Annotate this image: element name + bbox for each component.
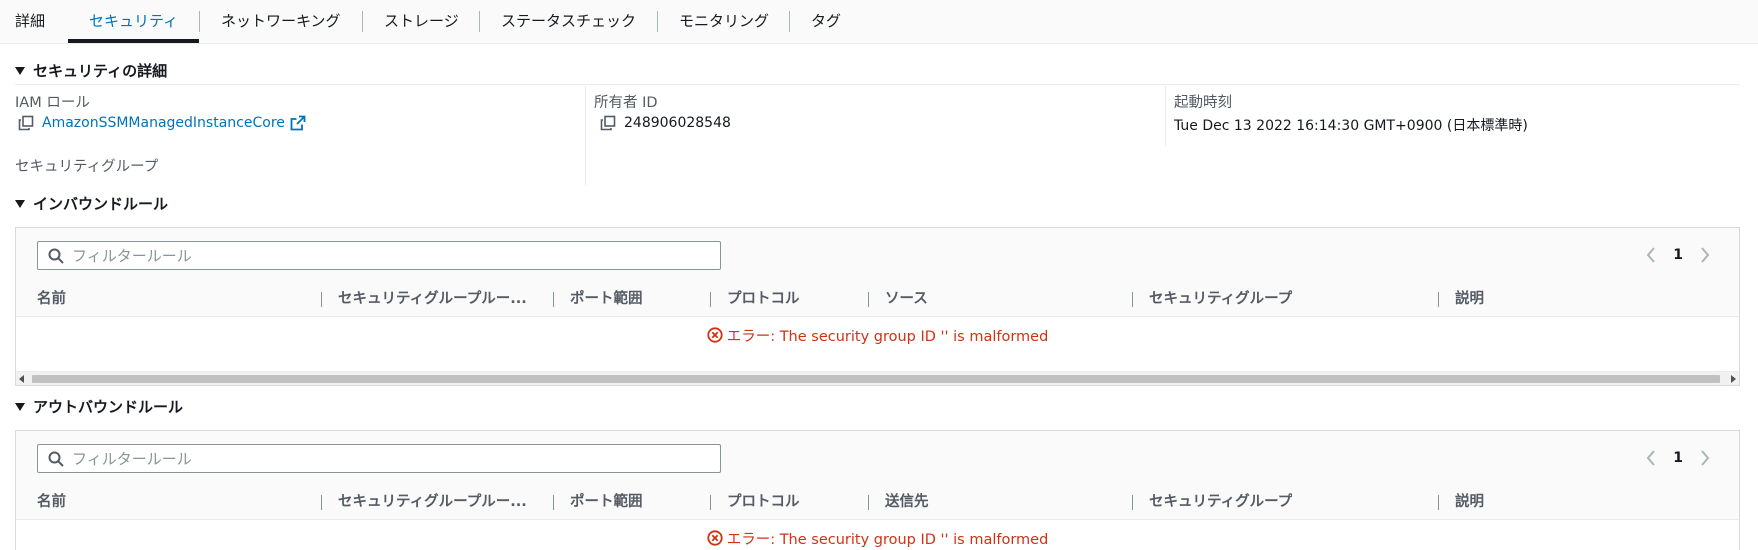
copy-icon[interactable]: [18, 115, 34, 131]
col-resizer[interactable]: [868, 495, 869, 510]
launch-time-value: Tue Dec 13 2022 16:14:30 GMT+0900 (日本標準時…: [1174, 118, 1528, 134]
col-resizer[interactable]: [1438, 292, 1439, 307]
table-toolbar: 1: [16, 228, 1739, 283]
tab-tags[interactable]: タグ: [811, 0, 841, 42]
table-header: 名前 セキュリティグループルー... ポート範囲 プロトコル 送信先 セキュリテ…: [16, 485, 1739, 520]
col-source[interactable]: ソース: [885, 282, 928, 316]
iam-role-label: IAM ロール: [15, 95, 90, 111]
col-protocol[interactable]: プロトコル: [727, 485, 800, 519]
divider: [15, 84, 1740, 85]
col-rule-id[interactable]: セキュリティグループルー...: [338, 485, 543, 519]
col-resizer[interactable]: [710, 292, 711, 307]
tab-networking[interactable]: ネットワーキング: [221, 0, 341, 42]
search-icon: [48, 451, 64, 467]
owner-id-text: 248906028548: [624, 115, 731, 131]
caret-down-icon: [15, 402, 25, 411]
col-resizer[interactable]: [710, 495, 711, 510]
col-description[interactable]: 説明: [1455, 485, 1484, 519]
col-resizer[interactable]: [1132, 495, 1133, 510]
security-groups-label: セキュリティグループ: [15, 159, 159, 175]
error-text: エラー: The security group ID '' is malform…: [726, 531, 1049, 548]
col-resizer[interactable]: [553, 292, 554, 307]
owner-id-value: 248906028548: [600, 115, 731, 131]
outbound-filter[interactable]: [37, 444, 721, 473]
page-number[interactable]: 1: [1673, 450, 1683, 466]
tab-divider: [479, 11, 480, 32]
col-resizer[interactable]: [868, 292, 869, 307]
security-details-title: セキュリティの詳細: [33, 62, 168, 80]
col-port-range[interactable]: ポート範囲: [570, 485, 643, 519]
tab-divider: [362, 11, 363, 32]
horizontal-scrollbar[interactable]: [16, 371, 1739, 385]
pagination: 1: [1645, 449, 1711, 467]
col-name[interactable]: 名前: [37, 282, 66, 316]
col-destination[interactable]: 送信先: [885, 485, 929, 519]
iam-role-value: AmazonSSMManagedInstanceCore: [18, 115, 306, 131]
security-details-toggle[interactable]: セキュリティの詳細: [15, 60, 167, 81]
col-security-group[interactable]: セキュリティグループ: [1149, 485, 1292, 519]
outbound-rules-toggle[interactable]: アウトバウンドルール: [15, 396, 183, 417]
pagination: 1: [1645, 246, 1711, 264]
error-message: エラー: The security group ID '' is malform…: [16, 316, 1739, 354]
col-resizer[interactable]: [321, 495, 322, 510]
scroll-left-arrow[interactable]: [19, 375, 24, 383]
inbound-rules-table: 1 名前 セキュリティグループルー... ポート範囲 プロトコル ソース セキュ…: [15, 227, 1740, 386]
col-security-group[interactable]: セキュリティグループ: [1149, 282, 1292, 316]
inbound-filter[interactable]: [37, 241, 721, 270]
column-divider: [1165, 86, 1166, 146]
col-protocol[interactable]: プロトコル: [727, 282, 800, 316]
search-icon: [48, 248, 64, 264]
tab-bar: 詳細 セキュリティ ネットワーキング ストレージ ステータスチェック モニタリン…: [0, 0, 1758, 44]
iam-role-link[interactable]: AmazonSSMManagedInstanceCore: [42, 115, 285, 131]
col-description[interactable]: 説明: [1455, 282, 1484, 316]
tab-details[interactable]: 詳細: [15, 0, 45, 42]
chevron-right-icon[interactable]: [1699, 246, 1711, 264]
chevron-left-icon[interactable]: [1645, 449, 1657, 467]
caret-down-icon: [15, 199, 25, 208]
col-port-range[interactable]: ポート範囲: [570, 282, 643, 316]
tab-divider: [789, 11, 790, 32]
chevron-left-icon[interactable]: [1645, 246, 1657, 264]
error-icon: [707, 327, 723, 343]
outbound-rules-title: アウトバウンドルール: [33, 398, 184, 416]
tab-storage[interactable]: ストレージ: [384, 0, 459, 42]
col-resizer[interactable]: [1132, 292, 1133, 307]
col-name[interactable]: 名前: [37, 485, 66, 519]
col-rule-id[interactable]: セキュリティグループルー...: [338, 282, 543, 316]
error-icon: [707, 530, 723, 546]
external-link-icon[interactable]: [290, 115, 306, 131]
chevron-right-icon[interactable]: [1699, 449, 1711, 467]
scrollbar-thumb[interactable]: [32, 375, 1720, 383]
error-text: エラー: The security group ID '' is malform…: [726, 328, 1049, 345]
scroll-right-arrow[interactable]: [1731, 375, 1736, 383]
tab-monitoring[interactable]: モニタリング: [679, 0, 769, 42]
tab-status-checks[interactable]: ステータスチェック: [501, 0, 636, 42]
inbound-rules-title: インバウンドルール: [33, 195, 169, 213]
table-header: 名前 セキュリティグループルー... ポート範囲 プロトコル ソース セキュリテ…: [16, 282, 1739, 317]
col-resizer[interactable]: [321, 292, 322, 307]
owner-id-label: 所有者 ID: [594, 95, 658, 111]
outbound-rules-table: 1 名前 セキュリティグループルー... ポート範囲 プロトコル 送信先 セキュ…: [15, 430, 1740, 550]
tab-security[interactable]: セキュリティ: [89, 0, 178, 42]
error-message: エラー: The security group ID '' is malform…: [16, 519, 1739, 550]
tab-divider: [657, 11, 658, 32]
col-resizer[interactable]: [1438, 495, 1439, 510]
inbound-filter-input[interactable]: [70, 245, 694, 266]
table-toolbar: 1: [16, 431, 1739, 486]
column-divider: [585, 86, 586, 185]
tab-divider: [199, 11, 200, 32]
active-tab-indicator: [68, 39, 199, 43]
outbound-filter-input[interactable]: [70, 448, 694, 469]
copy-icon[interactable]: [600, 115, 616, 131]
inbound-rules-toggle[interactable]: インバウンドルール: [15, 193, 168, 214]
col-resizer[interactable]: [553, 495, 554, 510]
launch-time-label: 起動時刻: [1174, 95, 1232, 111]
caret-down-icon: [15, 66, 25, 75]
page-number[interactable]: 1: [1673, 247, 1683, 263]
